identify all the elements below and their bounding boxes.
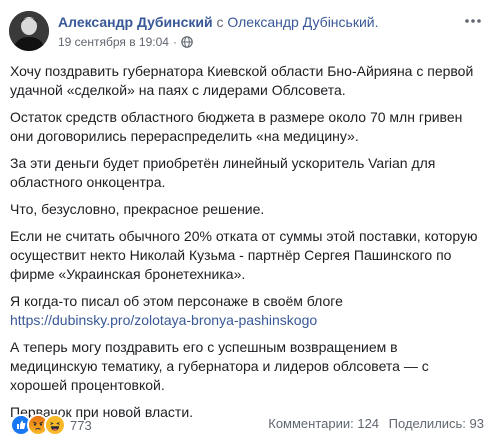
facebook-post: Александр Дубинский с Олександр Дубінськ… [0, 0, 494, 448]
post-paragraph: Если не считать обычного 20% отката от с… [10, 228, 478, 282]
post-footer: 773 Комментарии: 124 Поделились: 93 [10, 414, 484, 436]
post-meta: 19 сентября в 19:04 · [58, 34, 193, 50]
comments-count-link[interactable]: Комментарии: 124 [268, 416, 379, 431]
post-body: Хочу поздравить губернатора Киевской обл… [10, 62, 486, 430]
more-options-icon[interactable] [464, 14, 482, 26]
post-paragraph: Остаток средств областного бюджета в раз… [10, 109, 463, 144]
blog-link[interactable]: https://dubinsky.pro/zolotaya-bronya-pas… [10, 312, 317, 328]
blog-intro-text: Я когда-то писал об этом персонаже в сво… [10, 293, 343, 309]
post-paragraph: Хочу поздравить губернатора Киевской обл… [10, 63, 474, 98]
meta-separator: · [172, 35, 177, 49]
post-stats: Комментарии: 124 Поделились: 93 [268, 416, 484, 431]
haha-icon [44, 414, 66, 436]
avatar[interactable] [9, 11, 49, 51]
post-header: Александр Дубинский с Олександр Дубінськ… [58, 13, 378, 31]
author-name[interactable]: Александр Дубинский [58, 14, 213, 30]
globe-icon[interactable] [181, 36, 193, 48]
with-label: с [216, 14, 224, 30]
post-timestamp[interactable]: 19 сентября в 19:04 [58, 34, 169, 50]
post-paragraph: А теперь могу поздравить его с успешным … [10, 339, 429, 393]
post-paragraph: За эти деньги будет приобретён линейный … [10, 155, 436, 190]
shares-count-link[interactable]: Поделились: 93 [389, 416, 484, 431]
reaction-count: 773 [70, 417, 92, 433]
reactions-summary[interactable]: 773 [10, 414, 92, 436]
post-paragraph: Что, безусловно, прекрасное решение. [10, 201, 265, 217]
tagged-profile[interactable]: Олександр Дубінський. [227, 14, 378, 30]
post-paragraph-with-link: Я когда-то писал об этом персонаже в сво… [10, 292, 486, 330]
